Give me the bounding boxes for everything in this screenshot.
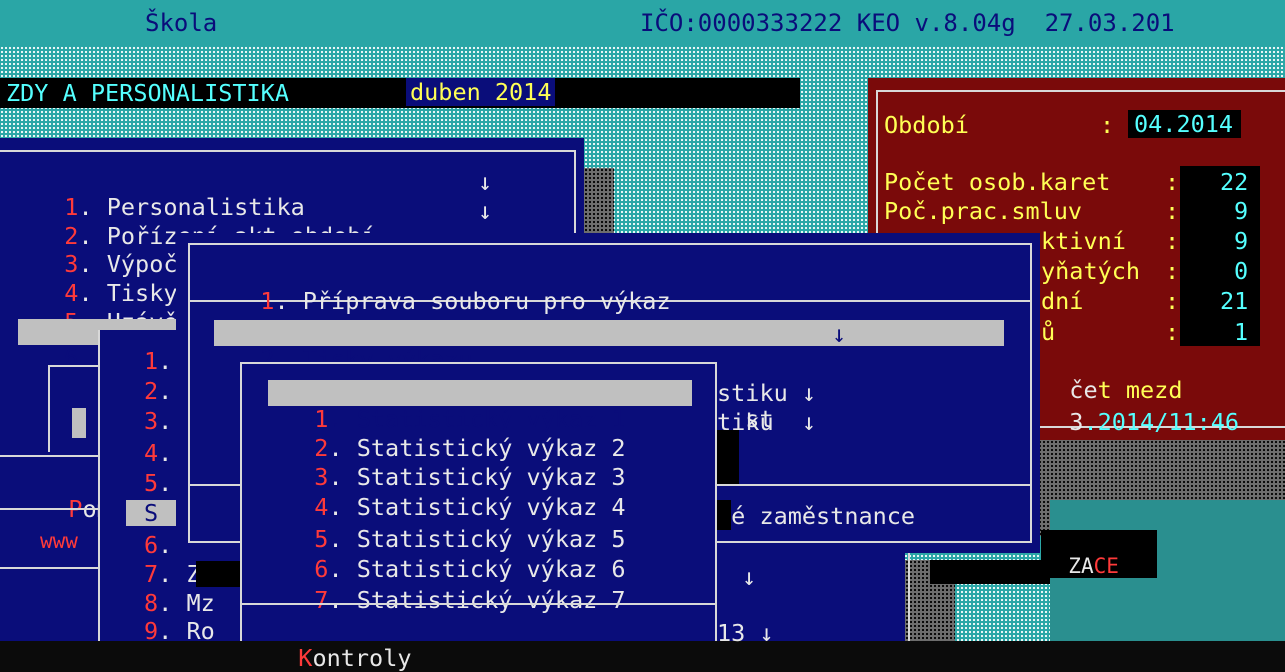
sub-item-7-num: 7 — [144, 560, 159, 588]
sub-menu-item-1[interactable]: 1. — [144, 348, 172, 374]
stat-item-4[interactable]: 4. Statistický výkaz 4 — [286, 468, 625, 520]
stat-item-7-text: . Statistický výkaz 7 — [328, 586, 626, 614]
info-row-0-sep: : — [1165, 168, 1180, 196]
timestamp-line: 3.2014/11:46 — [1041, 380, 1239, 436]
vykaz-partial-1-text: stiku ↓ — [717, 379, 817, 407]
main-menu-item-1[interactable]: 1. Personalistika — [36, 168, 305, 220]
lower-strip-border — [908, 553, 910, 641]
module-title: ZDY A PERSONALISTIKA — [6, 79, 289, 107]
info-row-3-value: 0 — [1234, 257, 1249, 285]
sub-item-5-num: 5 — [144, 469, 159, 497]
sub-item-8-text: . Mz — [158, 589, 215, 617]
info-row-1-sep: : — [1165, 197, 1180, 225]
sub-item-2-num: 2 — [144, 377, 159, 405]
left-gray-bar — [72, 408, 86, 438]
period-sep: : — [1100, 111, 1115, 139]
zo-black — [196, 561, 240, 587]
info-row-2-label: ktivní — [1041, 227, 1126, 255]
zace-label: ZACE — [1041, 530, 1157, 578]
sub-item-1-num: 1 — [144, 347, 159, 375]
sub-item-3-text: . — [158, 407, 173, 435]
shadow-black — [717, 430, 739, 484]
period-value: 04.2014 — [1128, 110, 1242, 138]
black-strip — [930, 560, 1050, 584]
app-name: Škola — [145, 9, 218, 37]
info-row-4-sep: : — [1165, 287, 1180, 315]
sub-menu-item-6[interactable]: 6. — [144, 532, 172, 558]
info-row-5-value: 1 — [1234, 318, 1249, 346]
vykaz-partial-3[interactable]: né zaměstnance — [717, 503, 915, 529]
timestamp-value: .2014/11:46 — [1083, 408, 1240, 436]
vykaz-dialog-border-top — [188, 243, 1032, 245]
info-row-5-label: ů — [1041, 318, 1056, 346]
shadow-patch — [584, 168, 614, 240]
vykaz-item-1-text: . Příprava souboru pro výkaz — [274, 287, 671, 315]
info-row-0-label: Počet osob.karet — [884, 168, 1111, 196]
vykaz-item-2-arrow: ↓ — [832, 320, 847, 348]
stat-item-1[interactable]: 1. Statistický výkaz 1 — [268, 380, 692, 432]
main-menu-item-5[interactable]: 5. Uzávě — [36, 283, 177, 335]
left-divider-3 — [0, 567, 100, 569]
info-row-1-value: 9 — [1234, 197, 1249, 225]
stat-list-divider — [242, 603, 715, 605]
zace-b: CE — [1093, 554, 1119, 578]
sub-menu-item-5[interactable]: 5. — [144, 470, 172, 496]
vykaz-dialog-border-right — [1030, 243, 1032, 543]
sub-item-4-text: . — [158, 439, 173, 467]
kontroly-first: K — [298, 644, 313, 672]
sub-menu-item-3[interactable]: 3. — [144, 408, 172, 434]
vykaz-item-1-num: 1 — [260, 287, 275, 315]
main-menu-item-1-arrow: ↓ — [478, 168, 493, 196]
stat-item-7[interactable]: 7. Statistický výkaz 7 — [286, 561, 625, 613]
stat-item-7-num: 7 — [314, 586, 329, 614]
www-link[interactable]: www — [40, 528, 78, 554]
sub-menu-item-9[interactable]: 9. Ro — [144, 618, 215, 644]
info-row-5-sep: : — [1165, 318, 1180, 346]
sub-item-6-text: . — [158, 531, 173, 559]
sub-menu-item-8[interactable]: 8. Mz — [144, 590, 215, 616]
sub-item-2-text: . — [158, 377, 173, 405]
sub-menu-item-4[interactable]: 4. — [144, 440, 172, 466]
timestamp-prefix: 3 — [1069, 408, 1084, 436]
info-row-1-label: Poč.prac.smluv — [884, 197, 1083, 225]
kontroly-rest: ontroly — [312, 644, 412, 672]
sub-item-5-text: . — [158, 469, 173, 497]
info-row-2-value: 9 — [1234, 227, 1249, 255]
kontroly-item[interactable]: Kontroly — [270, 619, 411, 671]
info-row-2-sep: : — [1165, 227, 1180, 255]
info-row-3-sep: : — [1165, 257, 1180, 285]
period-label: Období — [884, 111, 969, 139]
vykaz-item-2[interactable]: 2. Tisky výkazu — [214, 320, 1004, 372]
info-row-4-label: dní — [1041, 287, 1084, 315]
info-row-3-label: yňatých — [1041, 257, 1141, 285]
vykaz-item-1[interactable]: 1. Příprava souboru pro výkaz — [232, 262, 670, 314]
sub-item-1-text: . — [158, 347, 173, 375]
stat-item-5[interactable]: 5. Statistický výkaz 5 — [286, 500, 625, 552]
stat-item-2[interactable]: 2. Statistický výkaz 2 — [286, 409, 625, 461]
vykaz-partial-4-arrow: ↓ — [742, 563, 757, 591]
main-menu-item-2[interactable]: 2. Pořízení akt.období — [36, 197, 375, 249]
sub-item-6-num: 6 — [144, 531, 159, 559]
vykaz-dialog-border-left — [188, 243, 190, 543]
main-menu-border-top — [0, 150, 576, 152]
main-menu-item-2-arrow: ↓ — [478, 197, 493, 225]
main-menu-item-4[interactable]: 4. Tisky — [36, 254, 177, 306]
info-row-0-value: 22 — [1220, 168, 1249, 196]
shadow-black — [717, 500, 731, 530]
sub-item-8-num: 8 — [144, 589, 159, 617]
sub-item-3-num: 3 — [144, 407, 159, 435]
stat-item-3[interactable]: 3. Statistický výkaz 3 — [286, 438, 625, 490]
main-menu-item-3[interactable]: 3. Výpoč — [36, 225, 177, 277]
sub-item-4-num: 4 — [144, 439, 159, 467]
stat-item-6[interactable]: 6. Statistický výkaz 6 — [286, 530, 625, 582]
ico-info: IČO:0000333222 KEO v.8.04g 27.03.201 — [640, 9, 1175, 37]
info-row-4-value: 21 — [1220, 287, 1249, 315]
left-divider — [0, 455, 100, 457]
zace-a: ZA — [1068, 554, 1094, 578]
left-divider-2 — [0, 508, 100, 510]
vykaz-partial-5: 13 ↓ — [717, 619, 774, 647]
module-period: duben 2014 — [406, 78, 556, 106]
sub-item-s-text: S — [144, 499, 159, 527]
sub-menu-item-2[interactable]: 2. — [144, 378, 172, 404]
